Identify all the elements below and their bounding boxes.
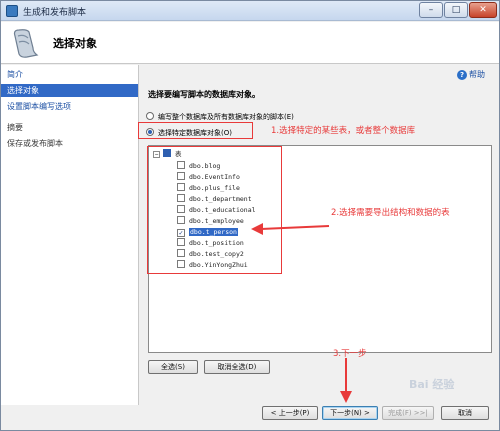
tree-item-checkbox[interactable]	[177, 205, 185, 213]
next-button[interactable]: 下一步(N) >	[322, 406, 378, 420]
tree-item-checkbox-checked[interactable]: ✓	[177, 229, 185, 237]
object-tree[interactable]: − 表 dbo.blog dbo.EventInfo dbo.plus_file …	[148, 145, 492, 353]
select-all-button[interactable]: 全选(S)	[148, 360, 198, 374]
radio-button[interactable]	[146, 112, 154, 120]
tree-item-label: dbo.blog	[189, 162, 221, 170]
sidebar-item-save-publish: 保存或发布脚本	[7, 139, 63, 148]
help-link[interactable]: ? 帮助	[457, 69, 485, 80]
tree-item[interactable]: dbo.blog	[177, 161, 220, 172]
sidebar-item-scripting-options[interactable]: 设置脚本编写选项	[1, 100, 138, 113]
tree-item-selected[interactable]: ✓ dbo.t_person	[177, 227, 238, 238]
minimize-button[interactable]: –	[419, 2, 443, 18]
finish-button: 完成(F) >>|	[382, 406, 434, 420]
tree-item-label: dbo.t_department	[189, 195, 252, 203]
annotation-note-3: 3.下一步	[333, 349, 367, 359]
help-icon: ?	[457, 69, 467, 80]
tree-item-checkbox[interactable]	[177, 161, 185, 169]
collapse-icon[interactable]: −	[153, 151, 160, 158]
tree-item-label: dbo.test_copy2	[189, 250, 244, 258]
tree-item[interactable]: dbo.t_employee	[177, 216, 244, 227]
sidebar-item-summary: 摘要	[7, 123, 23, 132]
tree-item-label: dbo.t_person	[189, 228, 238, 236]
tree-root-label: 表	[175, 150, 182, 158]
deselect-all-button[interactable]: 取消全选(D)	[204, 360, 270, 374]
wizard-sidebar: 简介 选择对象 设置脚本编写选项 摘要 保存或发布脚本	[1, 65, 139, 405]
cancel-button[interactable]: 取消	[441, 406, 489, 420]
radio-entire-database-label: 编写整个数据库及所有数据库对象的脚本(E)	[158, 113, 294, 121]
tree-item[interactable]: dbo.plus_file	[177, 183, 240, 194]
annotation-note-1: 1.选择特定的某些表，或者整个数据库	[271, 126, 416, 136]
wizard-header: 选择对象	[1, 22, 499, 64]
sidebar-item-intro[interactable]: 简介	[1, 68, 138, 81]
tree-item-checkbox[interactable]	[177, 183, 185, 191]
annotation-note-2: 2.选择需要导出结构和数据的表	[331, 208, 450, 218]
tree-item-checkbox[interactable]	[177, 172, 185, 180]
sidebar-item-choose-objects[interactable]: 选择对象	[1, 84, 138, 97]
tree-item-checkbox[interactable]	[177, 260, 185, 268]
help-label: 帮助	[469, 70, 485, 79]
section-title: 选择要编写脚本的数据库对象。	[148, 90, 260, 99]
tree-item-label: dbo.plus_file	[189, 184, 240, 192]
tree-item-checkbox[interactable]	[177, 194, 185, 202]
tree-item[interactable]: dbo.EventInfo	[177, 172, 240, 183]
tree-item-label: dbo.t_position	[189, 239, 244, 247]
radio-specific-objects-label: 选择特定数据库对象(O)	[158, 129, 232, 137]
tree-root-checkbox[interactable]	[163, 149, 171, 157]
close-button[interactable]: ✕	[469, 2, 497, 18]
radio-entire-database[interactable]: 编写整个数据库及所有数据库对象的脚本(E)	[146, 111, 294, 123]
tree-item[interactable]: dbo.test_copy2	[177, 249, 244, 260]
tree-item[interactable]: dbo.t_position	[177, 238, 244, 249]
tree-item[interactable]: dbo.YinYongZhui	[177, 260, 248, 271]
tree-item-checkbox[interactable]	[177, 216, 185, 224]
tree-item-label: dbo.EventInfo	[189, 173, 240, 181]
tree-item-label: dbo.YinYongZhui	[189, 261, 248, 269]
window-title: 生成和发布脚本	[23, 8, 87, 18]
tree-item[interactable]: dbo.t_department	[177, 194, 252, 205]
tree-item-label: dbo.t_employee	[189, 217, 244, 225]
wizard-window: 生成和发布脚本 – □ ✕ 选择对象 简介 选择对象 设置脚本编写选项 摘要 保…	[0, 0, 500, 431]
tree-item-checkbox[interactable]	[177, 249, 185, 257]
script-scroll-icon	[13, 29, 39, 58]
previous-button[interactable]: < 上一步(P)	[262, 406, 318, 420]
maximize-button[interactable]: □	[444, 2, 468, 18]
radio-specific-objects[interactable]: 选择特定数据库对象(O)	[146, 127, 232, 139]
tree-item-label: dbo.t_educational	[189, 206, 256, 214]
main-panel: ? 帮助 选择要编写脚本的数据库对象。 编写整个数据库及所有数据库对象的脚本(E)…	[140, 65, 499, 405]
tree-item-checkbox[interactable]	[177, 238, 185, 246]
tree-root-tables[interactable]: − 表	[153, 149, 182, 160]
watermark-logo: Bai 经验	[409, 378, 455, 391]
radio-button-selected[interactable]	[146, 128, 154, 136]
app-icon	[6, 5, 18, 17]
title-bar[interactable]: 生成和发布脚本 – □ ✕	[1, 1, 499, 21]
page-title: 选择对象	[53, 37, 97, 50]
tree-item[interactable]: dbo.t_educational	[177, 205, 256, 216]
